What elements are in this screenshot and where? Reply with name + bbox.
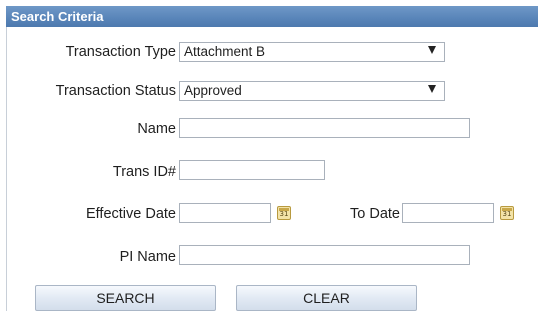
search-criteria-panel: Search Criteria Transaction Type Attachm… [0,0,538,311]
transaction-type-label: Transaction Type [65,44,176,60]
to-date-input[interactable] [402,203,494,223]
search-button[interactable]: SEARCH [35,285,216,311]
panel-title: Search Criteria [11,9,104,24]
calendar-icon[interactable]: 31 [500,206,514,220]
clear-button[interactable]: CLEAR [236,285,417,311]
calendar-day-number: 31 [279,210,289,218]
name-input[interactable] [179,118,470,138]
trans-id-label: Trans ID# [112,164,176,180]
transaction-type-value: Attachment B [184,44,266,59]
effective-date-input[interactable] [179,203,271,223]
dropdown-arrow-icon [428,46,436,54]
panel-border [6,27,7,311]
trans-id-input[interactable] [179,160,325,180]
calendar-icon[interactable]: 31 [277,206,291,220]
panel-header: Search Criteria [6,6,538,27]
dropdown-arrow-icon [428,85,436,93]
effective-date-label: Effective Date [85,206,176,222]
pi-name-input[interactable] [179,245,470,265]
transaction-type-select[interactable]: Attachment B [179,42,445,62]
transaction-status-value: Approved [184,83,242,98]
name-label: Name [137,121,176,137]
calendar-day-number: 31 [502,210,512,218]
transaction-status-select[interactable]: Approved [179,81,445,101]
pi-name-label: PI Name [119,249,176,265]
transaction-status-label: Transaction Status [55,83,176,99]
to-date-label: To Date [350,206,400,222]
